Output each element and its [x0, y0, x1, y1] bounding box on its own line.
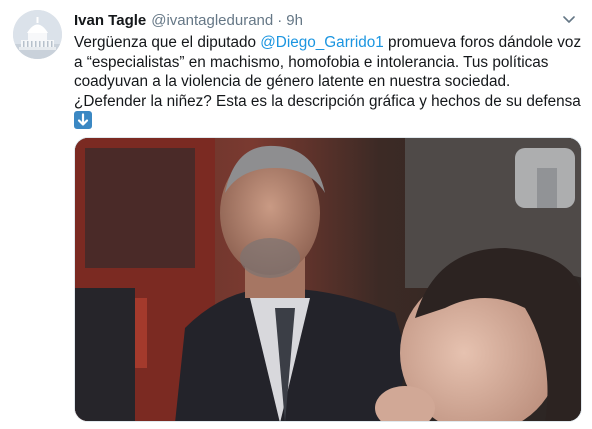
tweet-text-line [74, 111, 582, 132]
tweet-timestamp[interactable]: 9h [286, 12, 303, 29]
chevron-down-icon [563, 16, 575, 23]
tweet-text-line: Vergüenza que el diputado @Diego_Garrido… [74, 33, 582, 53]
avatar[interactable] [13, 10, 62, 59]
video-frame-image [75, 138, 581, 421]
author-handle[interactable]: @ivantagledurand [151, 12, 273, 29]
capitol-building-icon [13, 10, 62, 59]
text-segment: promueva foros dándole voz [383, 34, 582, 51]
tweet-header: Ivan Tagle @ivantagledurand · 9h [74, 9, 578, 31]
tweet-text-line: a “especialistas” en machismo, homofobia… [74, 53, 549, 71]
tweet-video-thumbnail[interactable] [74, 137, 582, 422]
tweet-menu-button[interactable] [560, 11, 578, 29]
author-display-name[interactable]: Ivan Tagle [74, 12, 146, 29]
tweet-text: Vergüenza que el diputado @Diego_Garrido… [74, 33, 582, 132]
tweet-text-line: coadyuvan a la violencia de género laten… [74, 73, 511, 90]
tweet-text-line: ¿Defender la niñez? Esta es la descripci… [74, 92, 581, 110]
separator-dot: · [277, 11, 283, 29]
down-arrow-emoji-icon [74, 111, 92, 129]
mention-link[interactable]: @Diego_Garrido1 [260, 34, 384, 51]
text-segment: Vergüenza que el diputado [74, 34, 261, 51]
